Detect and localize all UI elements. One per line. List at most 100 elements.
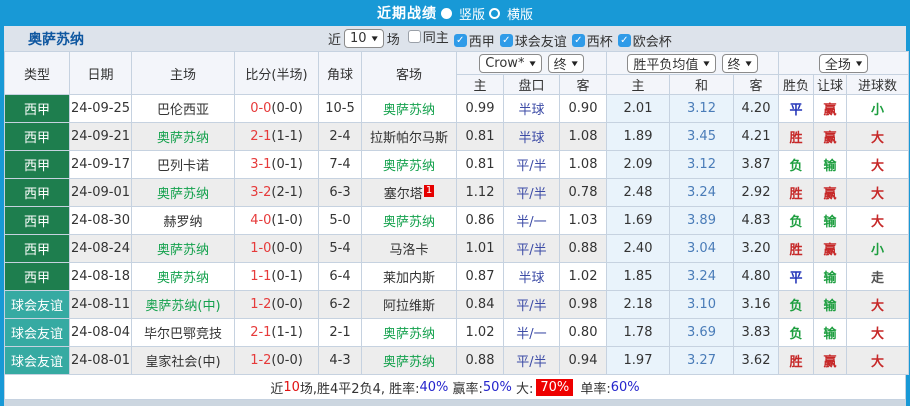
chevron-down-icon: ▼ <box>703 59 710 67</box>
recent-count-select[interactable]: 10 ▼ <box>344 29 384 48</box>
handicap-cell: 半球 <box>503 122 560 151</box>
result-cell: 负 <box>778 290 814 319</box>
bottom-strip <box>4 400 906 406</box>
odds-away-cell: 0.88 <box>559 234 607 263</box>
score-cell: 2-1(1-1) <box>234 318 319 347</box>
checkbox-checked-icon[interactable]: ✓ <box>499 34 513 47</box>
radio-selected-icon[interactable] <box>440 7 452 19</box>
odds-home-cell: 0.86 <box>456 206 504 235</box>
score-cell: 4-0(1-0) <box>234 206 319 235</box>
layout-option-vertical[interactable]: 竖版 <box>459 4 485 23</box>
avg-draw-cell: 3.24 <box>669 262 734 291</box>
goals-result-cell: 大 <box>845 150 910 179</box>
date-cell: 24-08-30 <box>69 206 132 235</box>
handicap-result-cell: 赢 <box>813 346 847 375</box>
radio-unselected-icon[interactable] <box>489 7 500 19</box>
avg-type-select[interactable]: 胜平负均值 ▼ <box>627 53 716 73</box>
league-checkbox-欧会杯[interactable]: ✓ 欧会杯 <box>617 31 672 50</box>
sub-header-result: 胜负 <box>778 74 814 95</box>
corner-cell: 7-4 <box>318 150 362 179</box>
half-time-score: (1-1) <box>271 325 303 340</box>
scope-value: 全场 <box>824 57 851 73</box>
summary-segment: 大: <box>511 381 534 397</box>
avg-home-cell: 1.89 <box>606 122 670 151</box>
checkbox-unchecked-icon[interactable] <box>407 30 421 43</box>
handicap-result-cell: 赢 <box>813 178 847 207</box>
odds-company-select[interactable]: Crow* ▼ <box>479 53 542 73</box>
avg-draw-cell: 3.27 <box>669 346 734 375</box>
odds-time-value: 终 <box>553 57 567 73</box>
full-time-score: 3-1 <box>250 157 272 172</box>
odds-time-select[interactable]: 终 ▼ <box>547 53 584 73</box>
handicap-cell: 半球 <box>503 262 560 291</box>
checkbox-label: 西杯 <box>586 35 613 50</box>
league-type-cell: 西甲 <box>4 206 70 235</box>
goals-result-cell: 大 <box>845 206 910 235</box>
avg-away-cell: 3.87 <box>733 150 779 179</box>
league-checkbox-球会友谊[interactable]: ✓ 球会友谊 <box>499 31 567 50</box>
league-type-cell: 西甲 <box>4 178 70 207</box>
score-cell: 1-2(0-0) <box>234 290 319 319</box>
away-team-cell: 拉斯帕尔马斯 <box>361 122 457 151</box>
result-cell: 负 <box>778 318 814 347</box>
score-cell: 1-1(0-1) <box>234 262 319 291</box>
league-checkbox-西甲[interactable]: ✓ 西甲 <box>453 31 495 50</box>
handicap-result-cell: 赢 <box>813 122 847 151</box>
league-checkbox-同主[interactable]: 同主 <box>407 27 449 46</box>
avg-home-cell: 1.85 <box>606 262 670 291</box>
handicap-cell: 半/一 <box>503 206 560 235</box>
odds-away-cell: 1.08 <box>559 122 607 151</box>
league-type-cell: 西甲 <box>4 122 70 151</box>
avg-home-cell: 2.01 <box>606 94 670 123</box>
score-cell: 3-2(2-1) <box>234 178 319 207</box>
result-cell: 胜 <box>778 234 814 263</box>
recent-count-value: 10 <box>350 31 367 46</box>
away-team-cell: 奥萨苏纳 <box>361 150 457 179</box>
full-time-score: 2-1 <box>250 129 272 144</box>
full-time-score: 1-2 <box>250 297 272 312</box>
result-cell: 胜 <box>778 178 814 207</box>
matches-table: 类型 日期 主场 比分(半场) 角球 客场 Crow* ▼ 终 ▼ 胜平负均值 … <box>4 51 910 375</box>
league-checkbox-西杯[interactable]: ✓ 西杯 <box>571 31 613 50</box>
checkbox-checked-icon[interactable]: ✓ <box>617 34 631 47</box>
top-bar: 近期战绩 竖版 横版 <box>0 0 910 26</box>
scope-dropdown-cell: 全场 ▼ <box>777 51 910 75</box>
goals-result-cell: 小 <box>845 94 910 123</box>
date-cell: 24-09-21 <box>69 122 132 151</box>
result-cell: 胜 <box>778 122 814 151</box>
handicap-cell: 平/半 <box>503 290 560 319</box>
avg-type-value: 胜平负均值 <box>633 57 699 73</box>
score-cell: 1-2(0-0) <box>234 346 319 375</box>
handicap-cell: 半/一 <box>503 318 560 347</box>
home-team-cell: 奥萨苏纳 <box>131 178 235 207</box>
handicap-result-cell: 输 <box>813 150 847 179</box>
scope-select[interactable]: 全场 ▼ <box>818 53 869 73</box>
league-type-cell: 球会友谊 <box>4 346 70 375</box>
away-team-cell: 莱加内斯 <box>361 262 457 291</box>
avg-draw-cell: 3.12 <box>669 94 734 123</box>
col-header-home: 主场 <box>131 51 235 95</box>
avg-draw-cell: 3.10 <box>669 290 734 319</box>
full-time-score: 4-0 <box>250 213 272 228</box>
checkbox-checked-icon[interactable]: ✓ <box>453 34 467 47</box>
avg-time-select[interactable]: 终 ▼ <box>721 53 758 73</box>
chevron-down-icon: ▼ <box>745 59 752 67</box>
handicap-cell: 半球 <box>503 94 560 123</box>
home-team-cell: 奥萨苏纳 <box>131 234 235 263</box>
half-time-score: (0-1) <box>271 157 303 172</box>
avg-away-cell: 4.80 <box>733 262 779 291</box>
odds-home-cell: 0.87 <box>456 262 504 291</box>
score-cell: 3-1(0-1) <box>234 150 319 179</box>
avg-dropdown-cell: 胜平负均值 ▼ 终 ▼ <box>606 51 779 75</box>
match-row: 球会友谊 24-08-11 奥萨苏纳(中) 1-2(0-0) 6-2 阿拉维斯 0.84 平/… <box>4 290 910 319</box>
layout-option-horizontal[interactable]: 横版 <box>507 4 533 23</box>
avg-away-cell: 3.83 <box>733 318 779 347</box>
checkbox-label: 欧会杯 <box>632 35 672 50</box>
odds-home-cell: 0.81 <box>456 122 504 151</box>
full-time-score: 1-0 <box>250 241 272 256</box>
away-team-cell: 奥萨苏纳 <box>361 318 457 347</box>
sub-header-avg-home: 主 <box>606 74 670 95</box>
odds-home-cell: 0.99 <box>456 94 504 123</box>
checkbox-checked-icon[interactable]: ✓ <box>571 34 585 47</box>
match-row: 西甲 24-08-18 奥萨苏纳 1-1(0-1) 6-4 莱加内斯 0.87 半球 1.02 1… <box>4 262 910 291</box>
